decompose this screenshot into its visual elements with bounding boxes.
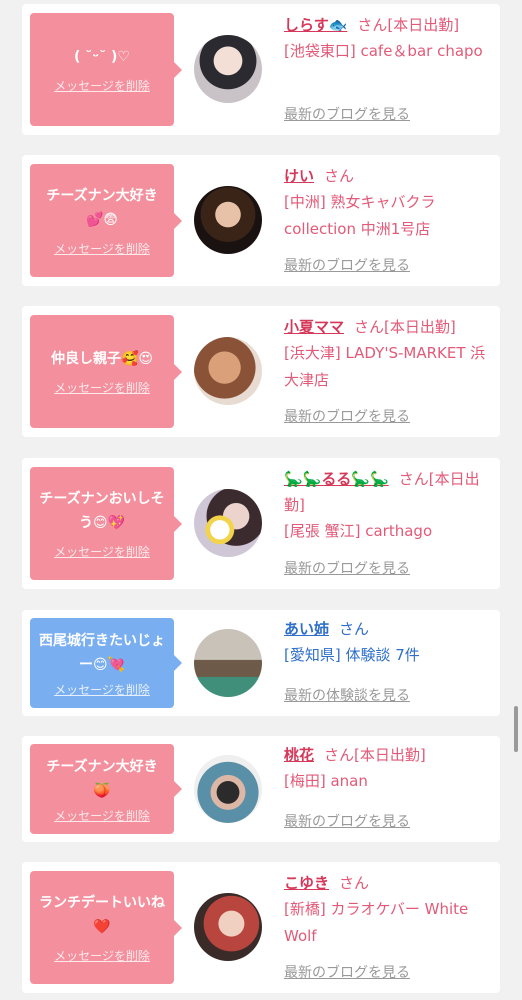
latest-blog-link[interactable]: 最新のブログを見る [284,104,410,124]
user-suffix: さん [339,620,370,638]
delete-message-button[interactable]: メッセージを削除 [54,543,150,560]
shop-link[interactable]: [中洲] 熟女キャバクラ collection 中洲1号店 [284,189,490,243]
list-item: ( ˘ᵕ˘ )♡ メッセージを削除 しらす🐟 さん[本日出勤] [池袋東口] ca… [22,4,500,135]
message-bubble: チーズナン大好き💕😨 メッセージを削除 [30,164,182,277]
message-bubble: チーズナン大好き🍑 メッセージを削除 [30,744,182,834]
avatar[interactable] [194,337,262,405]
user-suffix: さん[本日出勤] [324,746,426,764]
message-bubble: ランチデートいいね❤️ メッセージを削除 [30,871,182,984]
list-item: 仲良し親子🥰😍 メッセージを削除 小夏ママ さん[本日出勤] [浜大津] LADY… [22,306,500,437]
message-text: ( ˘ᵕ˘ )♡ [74,49,130,65]
latest-blog-link[interactable]: 最新のブログを見る [284,406,410,426]
user-suffix: さん[本日出勤] [354,318,456,336]
list-item: ランチデートいいね❤️ メッセージを削除 こゆき さん [新橋] カラオケバー W… [22,862,500,993]
user-name-link[interactable]: あい姉 [284,620,329,638]
avatar[interactable] [194,186,262,254]
shop-link[interactable]: [愛知県] 体験談 7件 [284,642,490,669]
message-bubble: チーズナンおいしそう😊💖 メッセージを削除 [30,467,182,580]
user-name-link[interactable]: 🦕🦕るる🦕🦕 [284,470,389,488]
delete-message-button[interactable]: メッセージを削除 [54,77,150,94]
user-name-link[interactable]: けい [284,167,314,185]
shop-link[interactable]: [新橋] カラオケバー White Wolf [284,896,490,950]
message-text: ランチデートいいね❤️ [39,895,165,935]
shop-link[interactable]: [尾張 蟹江] carthago [284,518,490,545]
message-text: チーズナンおいしそう😊💖 [39,491,165,531]
scrollbar[interactable] [514,706,518,752]
user-suffix: さん [339,874,370,892]
latest-blog-link[interactable]: 最新のブログを見る [284,255,410,275]
shop-link[interactable]: [梅田] anan [284,768,490,795]
shop-link[interactable]: [浜大津] LADY'S-MARKET 浜大津店 [284,340,490,394]
message-bubble: 仲良し親子🥰😍 メッセージを削除 [30,315,182,428]
user-name-link[interactable]: 桃花 [284,746,314,764]
user-suffix: さん[本日出勤] [357,16,460,34]
user-name-link[interactable]: こゆき [284,874,329,892]
delete-message-button[interactable]: メッセージを削除 [54,947,150,964]
avatar[interactable] [194,629,262,697]
message-bubble: 西尾城行きたいじょー😊💘 メッセージを削除 [30,618,182,708]
shop-link[interactable]: [池袋東口] cafe＆bar chapo [284,38,490,65]
delete-message-button[interactable]: メッセージを削除 [54,681,150,698]
delete-message-button[interactable]: メッセージを削除 [54,807,150,824]
latest-experience-link[interactable]: 最新の体験談を見る [284,685,410,705]
message-text: 西尾城行きたいじょー😊💘 [39,632,165,673]
latest-blog-link[interactable]: 最新のブログを見る [284,811,410,831]
user-name-link[interactable]: 小夏ママ [284,318,344,336]
message-bubble: ( ˘ᵕ˘ )♡ メッセージを削除 [30,13,182,126]
user-name-link[interactable]: しらす🐟 [284,16,347,34]
message-text: 仲良し親子🥰😍 [50,351,154,367]
latest-blog-link[interactable]: 最新のブログを見る [284,962,410,982]
list-item: チーズナン大好き💕😨 メッセージを削除 けい さん [中洲] 熟女キャバクラ co… [22,155,500,286]
avatar[interactable] [194,755,262,823]
list-item: チーズナン大好き🍑 メッセージを削除 桃花 さん[本日出勤] [梅田] anan … [22,736,500,842]
delete-message-button[interactable]: メッセージを削除 [54,240,150,257]
message-text: チーズナン大好き🍑 [46,758,158,799]
list-item: チーズナンおいしそう😊💖 メッセージを削除 🦕🦕るる🦕🦕 さん[本日出勤] [尾張… [22,458,500,589]
message-text: チーズナン大好き💕😨 [46,188,158,228]
avatar[interactable] [194,893,262,961]
list-item: 西尾城行きたいじょー😊💘 メッセージを削除 あい姉 さん [愛知県] 体験談 7件… [22,610,500,716]
avatar[interactable] [194,35,262,103]
user-suffix: さん [324,167,355,185]
avatar[interactable] [194,489,262,557]
latest-blog-link[interactable]: 最新のブログを見る [284,558,410,578]
delete-message-button[interactable]: メッセージを削除 [54,379,150,396]
